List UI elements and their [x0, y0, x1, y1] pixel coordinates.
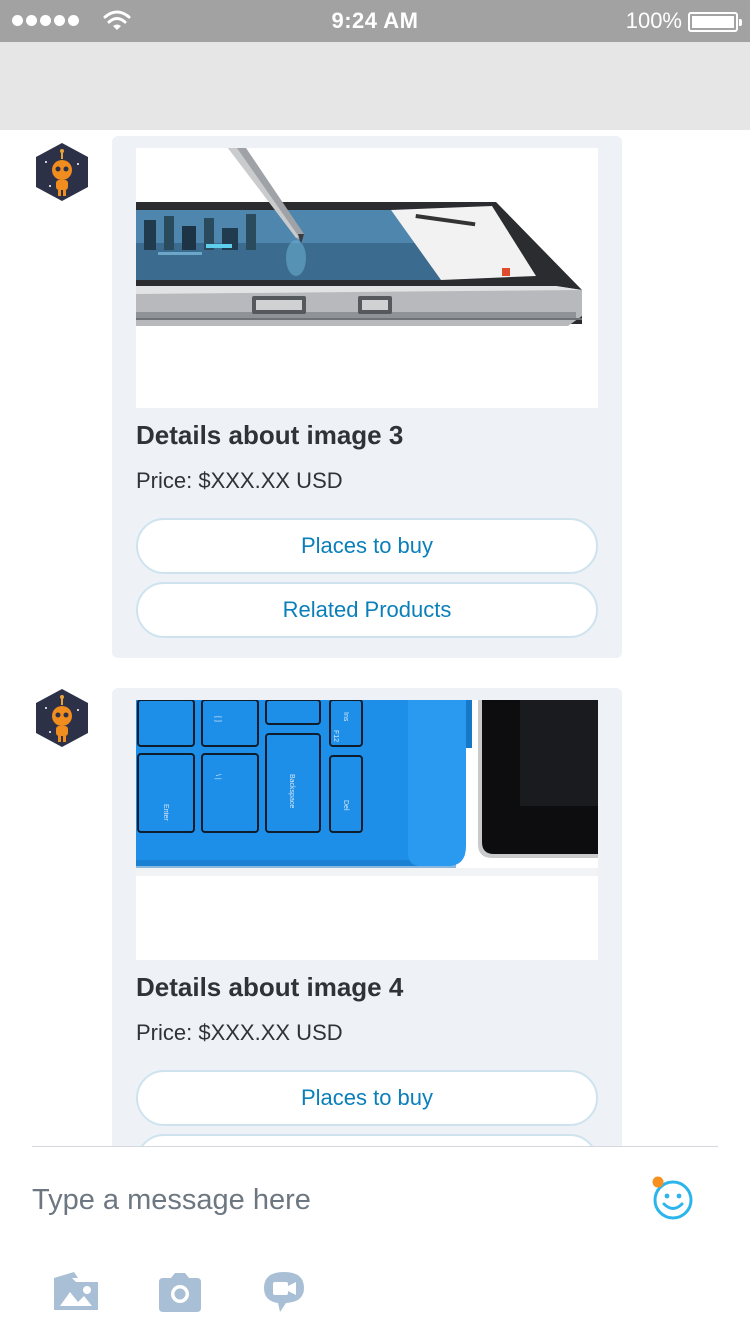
battery-percentage: 100% [625, 8, 682, 33]
conversation-header [0, 42, 750, 130]
product-card: Enter Backspace Del Ins F12 [ ] \ | Deta… [112, 688, 622, 1146]
svg-text:Enter: Enter [162, 804, 169, 821]
bot-avatar-icon[interactable] [32, 688, 92, 748]
image-gallery-icon[interactable] [52, 1270, 100, 1314]
svg-text:\ |: \ | [214, 774, 221, 780]
composer-divider [32, 1146, 718, 1147]
places-to-buy-button[interactable]: Places to buy [136, 518, 598, 574]
svg-text:[ ]: [ ] [214, 716, 221, 722]
svg-text:Backspace: Backspace [288, 774, 295, 808]
related-products-button[interactable]: Related Products [136, 582, 598, 638]
svg-text:F12: F12 [332, 730, 339, 742]
product-card: Details about image 3 Price: $XXX.XX USD… [112, 136, 622, 658]
card-title: Details about image 3 [136, 420, 404, 450]
card-action-button[interactable] [136, 1134, 598, 1146]
card-price: Price: $XXX.XX USD [136, 1020, 343, 1045]
message-input[interactable] [32, 1172, 612, 1228]
emoji-icon[interactable] [650, 1176, 696, 1222]
surface-tablet-with-pen-photo[interactable] [136, 148, 598, 408]
notification-dot [652, 1176, 664, 1188]
blue-keyboard-cover-photo[interactable]: Enter Backspace Del Ins F12 [ ] \ | [136, 700, 598, 960]
bot-avatar-icon[interactable] [32, 142, 92, 202]
svg-text:Ins: Ins [342, 712, 349, 722]
card-price: Price: $XXX.XX USD [136, 468, 343, 493]
message-list[interactable]: Details about image 3 Price: $XXX.XX USD… [0, 130, 750, 1146]
battery-icon [688, 12, 742, 32]
card-title: Details about image 4 [136, 972, 404, 1002]
svg-text:Del: Del [342, 800, 349, 811]
status-bar: 9:24 AM 100% [0, 0, 750, 42]
places-to-buy-button[interactable]: Places to buy [136, 1070, 598, 1126]
camera-icon[interactable] [156, 1270, 204, 1314]
video-message-icon[interactable] [260, 1270, 308, 1314]
